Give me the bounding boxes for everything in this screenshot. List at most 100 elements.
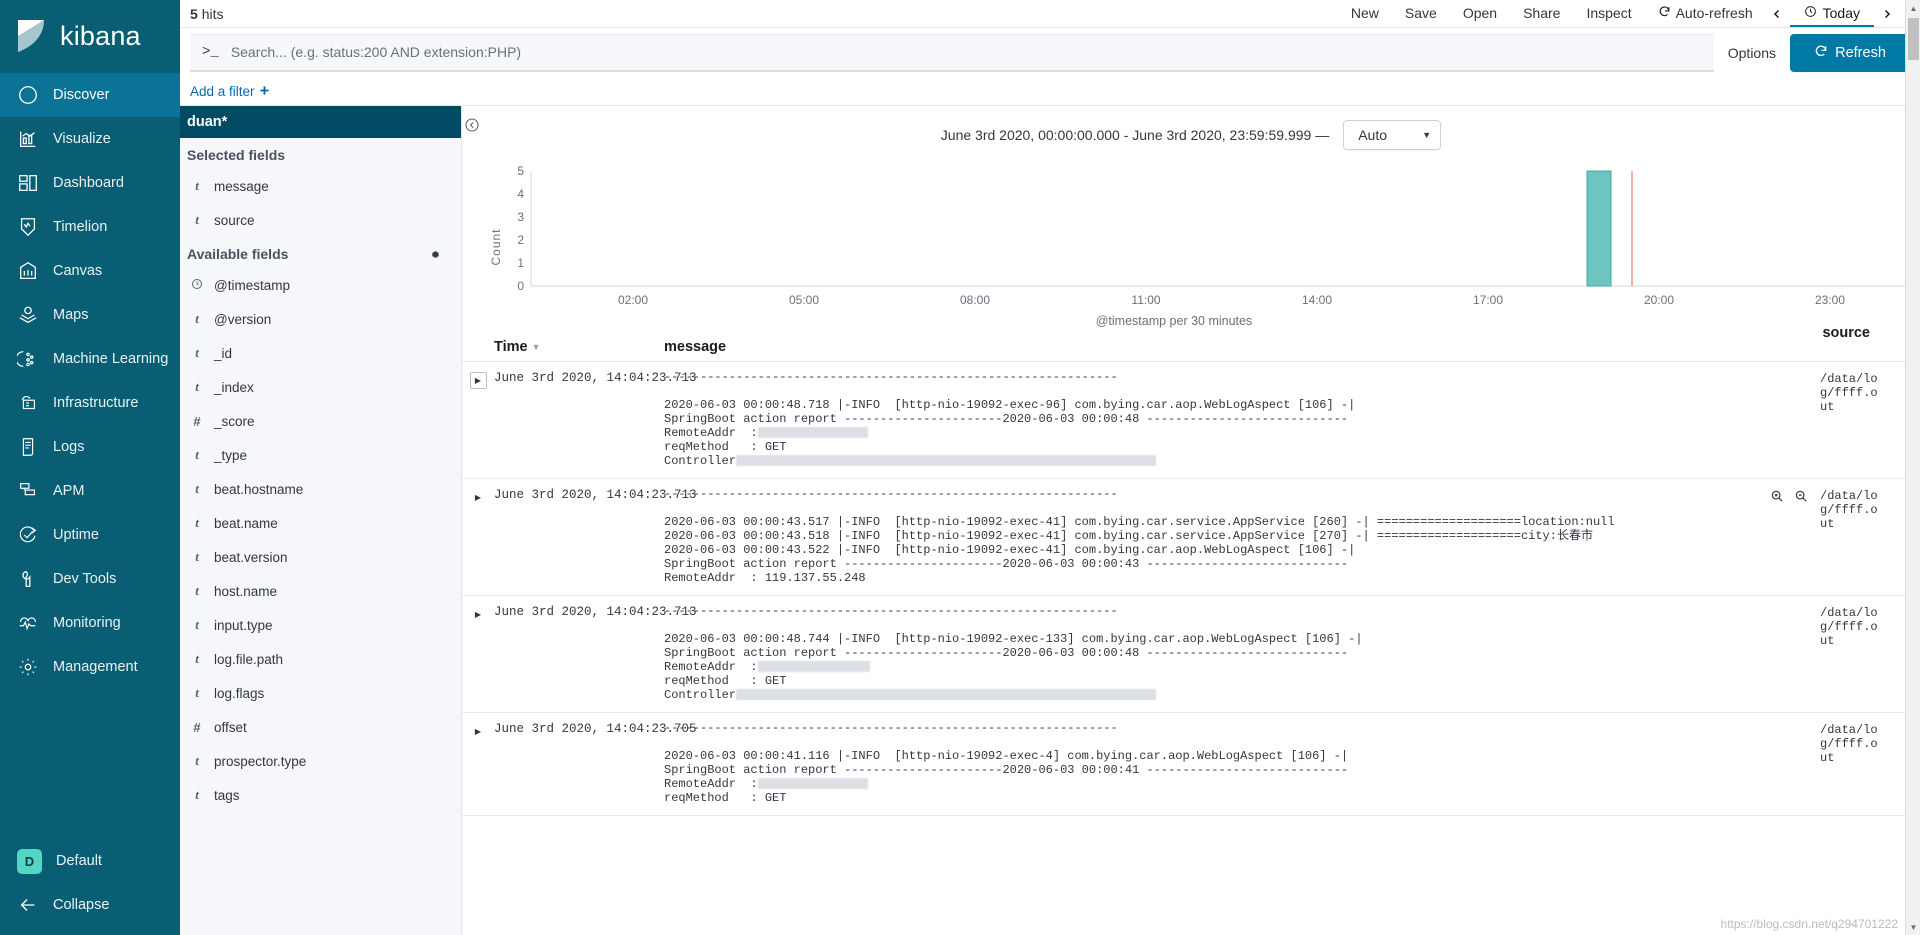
string-type-icon: t xyxy=(195,481,199,496)
index-pattern-selector[interactable]: duan* xyxy=(180,106,461,138)
field-item-type[interactable]: t _type xyxy=(180,438,461,472)
refresh-cycle-icon xyxy=(1658,0,1671,27)
string-type-icon: t xyxy=(195,583,199,598)
infrastructure-icon xyxy=(17,392,39,414)
scroll-down-icon[interactable]: ▼ xyxy=(1906,919,1920,935)
zoom-out-icon[interactable] xyxy=(1794,489,1808,503)
field-item-id[interactable]: t _id xyxy=(180,336,461,370)
scrollbar-thumb[interactable] xyxy=(1908,18,1919,60)
row-message: ----------------------------------------… xyxy=(664,721,1349,805)
table-row[interactable]: ▶ June 3rd 2020, 14:04:23.713 ----------… xyxy=(462,596,1920,713)
interval-value: Auto xyxy=(1358,127,1388,143)
field-item-host-name[interactable]: t host.name xyxy=(180,574,461,608)
sort-desc-icon[interactable]: ▼ xyxy=(532,342,541,352)
bar-chart-icon xyxy=(17,128,39,150)
sidebar-item-logs[interactable]: Logs xyxy=(0,425,180,469)
sidebar-item-dashboard[interactable]: Dashboard xyxy=(0,161,180,205)
interval-select[interactable]: Auto ▼ xyxy=(1343,120,1442,150)
space-selector[interactable]: D Default xyxy=(0,839,180,883)
search-input[interactable] xyxy=(228,43,1702,61)
time-column-header[interactable]: Time ▼ xyxy=(494,339,664,355)
field-item-beat-hostname[interactable]: t beat.hostname xyxy=(180,472,461,506)
collapse-sidebar-button[interactable]: Collapse xyxy=(0,883,180,927)
new-button[interactable]: New xyxy=(1338,0,1392,27)
sidebar-item-timelion[interactable]: Timelion xyxy=(0,205,180,249)
refresh-label: Refresh xyxy=(1835,45,1886,61)
kibana-brand[interactable]: kibana xyxy=(0,0,180,72)
options-button[interactable]: Options xyxy=(1714,45,1790,61)
sidebar-item-visualize[interactable]: Visualize xyxy=(0,117,180,161)
sidebar-item-label: Management xyxy=(53,659,138,675)
field-item-beat-version[interactable]: t beat.version xyxy=(180,540,461,574)
add-filter-label: Add a filter xyxy=(190,84,255,99)
field-item-timestamp[interactable]: @timestamp xyxy=(180,268,461,302)
source-column-header[interactable]: source xyxy=(1822,325,1870,341)
terminal-prompt-icon: >_ xyxy=(202,44,219,60)
filter-bar: Add a filter xyxy=(180,78,1920,106)
save-button[interactable]: Save xyxy=(1392,0,1450,27)
field-item-message[interactable]: t message xyxy=(180,169,461,203)
previous-time-icon[interactable] xyxy=(1766,0,1788,27)
row-expand-cell: ▶ xyxy=(462,604,494,702)
message-column-header[interactable]: message xyxy=(664,339,1910,355)
field-item-offset[interactable]: # offset xyxy=(180,710,461,744)
auto-refresh-button[interactable]: Auto-refresh xyxy=(1645,0,1766,27)
field-item-log-file-path[interactable]: t log.file.path xyxy=(180,642,461,676)
open-button[interactable]: Open xyxy=(1450,0,1510,27)
table-row[interactable]: ▶ June 3rd 2020, 14:04:23.705 ----------… xyxy=(462,713,1920,816)
refresh-button[interactable]: Refresh xyxy=(1790,34,1910,72)
string-type-icon: t xyxy=(195,178,199,193)
field-item-beat-name[interactable]: t beat.name xyxy=(180,506,461,540)
field-item-tags[interactable]: t tags xyxy=(180,778,461,812)
svg-text:Count: Count xyxy=(489,228,503,265)
page-scrollbar[interactable]: ▲ ▼ xyxy=(1905,0,1920,935)
field-item-version[interactable]: t @version xyxy=(180,302,461,336)
field-settings-gear-icon[interactable] xyxy=(428,248,441,261)
scroll-up-icon[interactable]: ▲ xyxy=(1906,0,1920,16)
sidebar-item-uptime[interactable]: Uptime xyxy=(0,513,180,557)
add-filter-button[interactable]: Add a filter xyxy=(190,84,270,99)
caret-right-icon[interactable]: ▶ xyxy=(469,372,487,389)
svg-text:17:00: 17:00 xyxy=(1473,293,1503,307)
caret-right-icon[interactable]: ▶ xyxy=(470,489,487,506)
svg-text:20:00: 20:00 xyxy=(1644,293,1674,307)
field-name: offset xyxy=(214,719,247,735)
string-type-icon: t xyxy=(195,651,199,666)
field-item-index[interactable]: t _index xyxy=(180,370,461,404)
field-item-input-type[interactable]: t input.type xyxy=(180,608,461,642)
compass-icon xyxy=(17,84,39,106)
caret-right-icon[interactable]: ▶ xyxy=(470,723,487,740)
brand-name: kibana xyxy=(60,20,141,51)
sidebar-item-monitoring[interactable]: Monitoring xyxy=(0,601,180,645)
maps-icon xyxy=(17,304,39,326)
sidebar-item-label: Logs xyxy=(53,439,85,455)
time-picker-label: Today xyxy=(1822,4,1860,21)
sidebar-item-canvas[interactable]: Canvas xyxy=(0,249,180,293)
field-item-score[interactable]: # _score xyxy=(180,404,461,438)
share-button[interactable]: Share xyxy=(1510,0,1573,27)
time-picker-button[interactable]: Today xyxy=(1789,0,1874,27)
sidebar-item-apm[interactable]: APM xyxy=(0,469,180,513)
sidebar-item-machine-learning[interactable]: Machine Learning xyxy=(0,337,180,381)
field-item-source[interactable]: t source xyxy=(180,203,461,237)
sidebar-item-maps[interactable]: Maps xyxy=(0,293,180,337)
search-box[interactable]: >_ xyxy=(190,34,1714,72)
caret-right-icon[interactable]: ▶ xyxy=(470,606,487,623)
collapse-field-pane-icon[interactable] xyxy=(464,117,480,133)
field-name: @version xyxy=(214,311,272,327)
discover-content: June 3rd 2020, 00:00:00.000 - June 3rd 2… xyxy=(462,106,1920,935)
next-time-icon[interactable] xyxy=(1876,0,1898,27)
field-item-prospector-type[interactable]: t prospector.type xyxy=(180,744,461,778)
sidebar-item-infrastructure[interactable]: Infrastructure xyxy=(0,381,180,425)
table-row[interactable]: ▶ June 3rd 2020, 14:04:23.713 ----------… xyxy=(462,479,1920,596)
field-item-log-flags[interactable]: t log.flags xyxy=(180,676,461,710)
inspect-button[interactable]: Inspect xyxy=(1573,0,1644,27)
sidebar-item-discover[interactable]: Discover xyxy=(0,73,180,117)
sidebar-item-management[interactable]: Management xyxy=(0,645,180,689)
zoom-in-icon[interactable] xyxy=(1770,489,1784,503)
row-source: /data/log/ffff.out xyxy=(1820,723,1878,765)
sidebar-item-dev-tools[interactable]: Dev Tools xyxy=(0,557,180,601)
histogram-chart[interactable]: Count 5 4 3 2 1 0 02:00 05:00 08:00 11:0… xyxy=(486,152,1911,328)
table-row[interactable]: ▶ June 3rd 2020, 14:04:23.713 ----------… xyxy=(462,362,1920,479)
svg-text:05:00: 05:00 xyxy=(789,293,819,307)
